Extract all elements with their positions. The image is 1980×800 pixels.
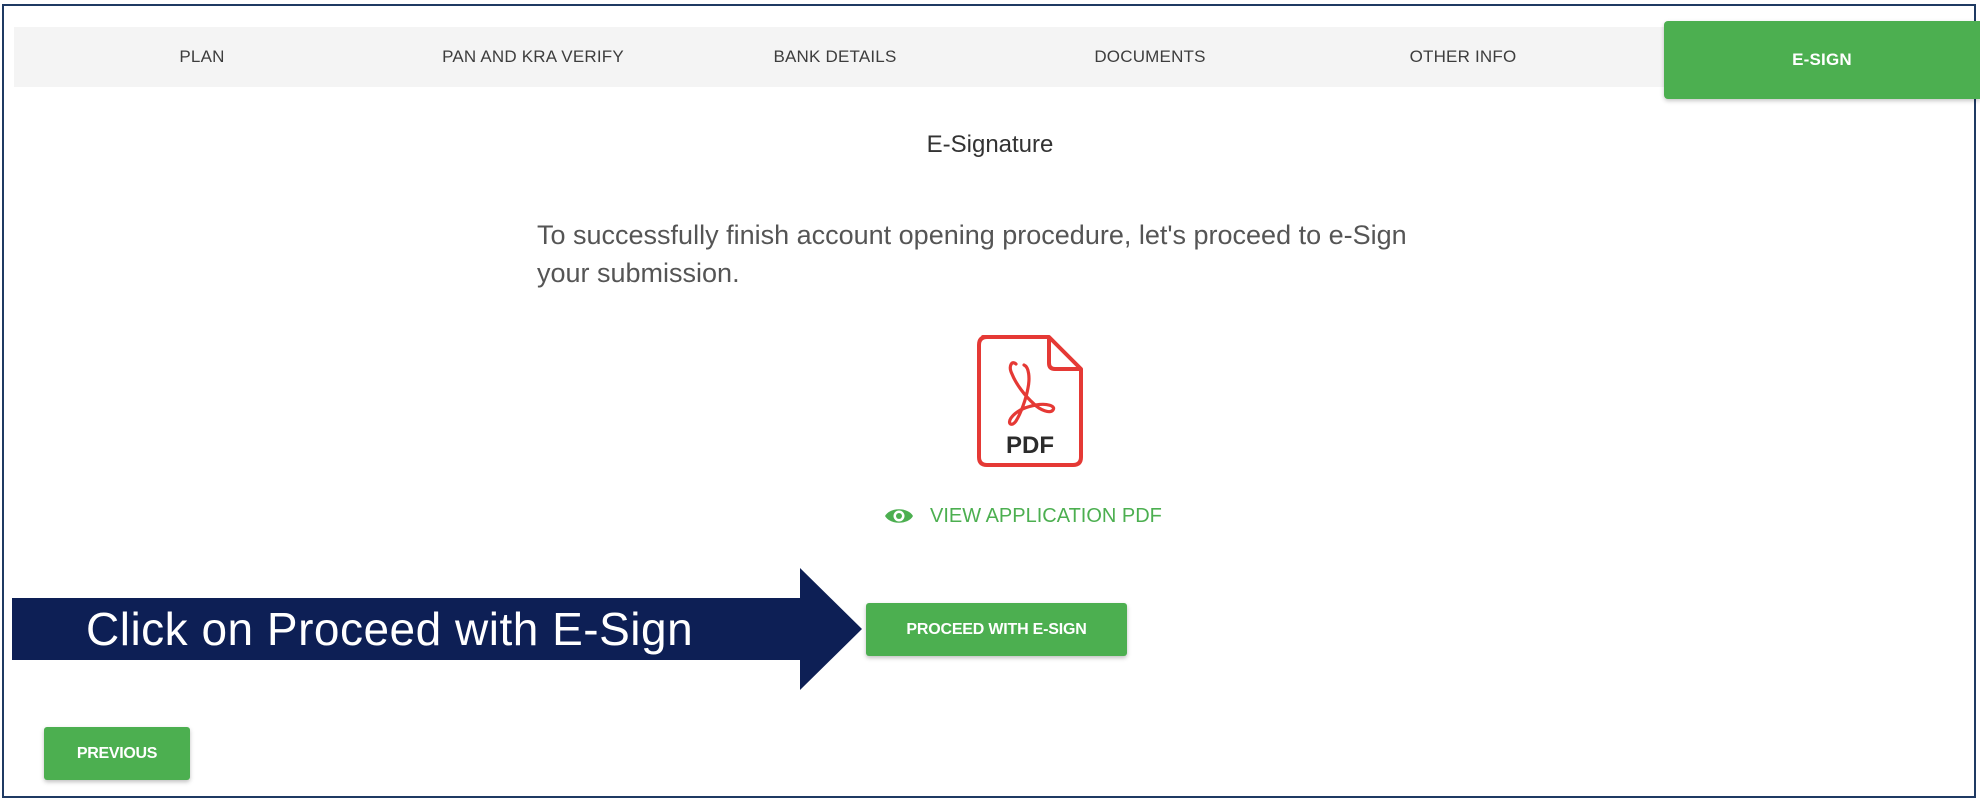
pdf-file-icon: PDF [975, 333, 1085, 469]
eye-icon [885, 509, 913, 523]
tab-other-info[interactable]: OTHER INFO [1306, 27, 1620, 87]
tab-e-sign[interactable]: E-SIGN [1664, 21, 1980, 99]
pdf-icon-label: PDF [1006, 432, 1054, 459]
view-application-pdf-link[interactable]: VIEW APPLICATION PDF [884, 498, 1162, 534]
tab-documents[interactable]: DOCUMENTS [994, 27, 1306, 87]
tab-pan-and-kra-verify[interactable]: PAN AND KRA VERIFY [390, 27, 676, 87]
view-application-pdf-label: VIEW APPLICATION PDF [930, 504, 1162, 527]
esign-page: PLAN PAN AND KRA VERIFY BANK DETAILS DOC… [0, 0, 1980, 800]
tab-bank-details[interactable]: BANK DETAILS [676, 27, 994, 87]
tab-plan[interactable]: PLAN [14, 27, 390, 87]
annotation-text: Click on Proceed with E-Sign [86, 603, 694, 655]
previous-button[interactable]: PREVIOUS [44, 727, 190, 780]
proceed-with-e-sign-button[interactable]: PROCEED WITH E-SIGN [866, 603, 1127, 656]
page-title: E-Signature [926, 131, 1054, 158]
instruction-text: To successfully finish account opening p… [537, 220, 1407, 288]
step-tabs: PLAN PAN AND KRA VERIFY BANK DETAILS DOC… [14, 21, 1980, 99]
annotation-callout: Click on Proceed with E-Sign [12, 568, 862, 690]
